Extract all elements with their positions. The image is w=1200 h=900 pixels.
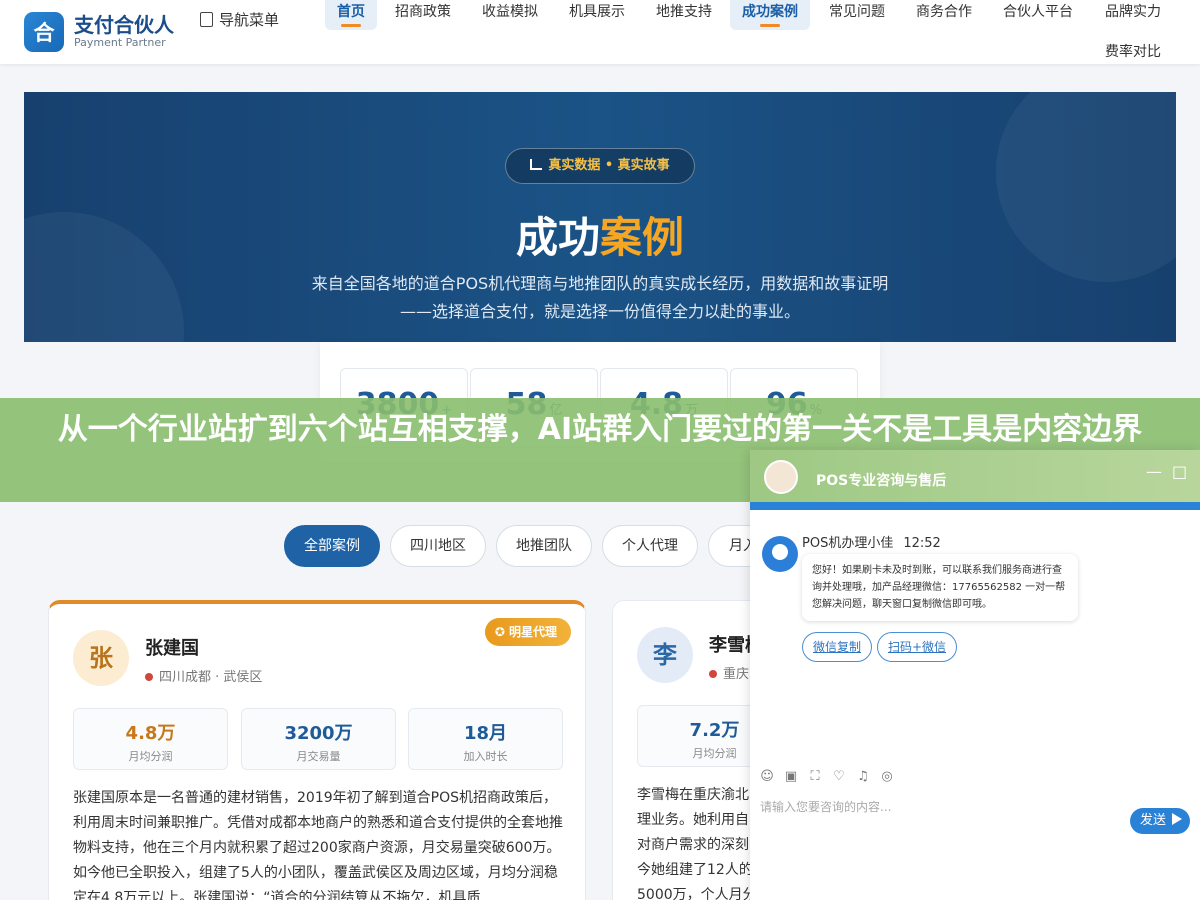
star-icon: ✪: [494, 625, 505, 639]
image-icon[interactable]: ▣: [784, 770, 798, 784]
case-name: 张建国: [145, 638, 199, 659]
agent-name: POS机办理小佳: [802, 536, 894, 551]
send-arrow-icon: [1172, 813, 1183, 825]
metric-label: 月交易量: [296, 750, 341, 763]
hero-description: 来自全国各地的道合POS机代理商与地推团队的真实成长经历，用数据和故事证明——选…: [311, 274, 889, 321]
agent-avatar-icon: [762, 536, 798, 572]
scan-qr-wechat-button[interactable]: 扫码+微信: [877, 632, 957, 662]
nav-success-cases[interactable]: 成功案例: [730, 0, 810, 30]
case-metric: 3200万月交易量: [241, 708, 396, 770]
logo-title: 支付合伙人: [74, 13, 174, 37]
case-location-text: 重庆: [723, 667, 750, 682]
case-card[interactable]: 张 张建国 四川成都 · 武侯区 ✪ 明星代理 4.8万月均分润 3200万月交易…: [48, 600, 586, 900]
avatar: 李: [637, 627, 693, 683]
minimize-icon[interactable]: —: [1146, 464, 1162, 480]
chat-input[interactable]: 请输入您要咨询的内容...: [760, 798, 1060, 815]
case-story: 张建国原本是一名普通的建材销售，2019年初了解到道合POS机招商政策后，利用周…: [73, 790, 563, 900]
chat-header: POS专业咨询与售后 — □: [750, 450, 1200, 502]
voice-icon[interactable]: ♫: [856, 770, 870, 784]
screenshot-icon[interactable]: ⛶: [808, 770, 822, 784]
hero-title-highlight: 案例: [600, 213, 685, 262]
case-story: 李雪梅在重庆渝北理业务。她利用自对商户需求的深刻今她组建了12人的5000万，个…: [637, 787, 757, 900]
maximize-icon[interactable]: □: [1172, 464, 1187, 480]
case-location-text: 四川成都 · 武侯区: [159, 670, 263, 685]
site-logo[interactable]: 合 支付合伙人 Payment Partner: [24, 12, 174, 52]
nav-rate-compare[interactable]: 费率对比: [1093, 40, 1173, 70]
metric-value: 3200万: [284, 723, 353, 744]
message-bubble: 您好！如果刷卡未及时到账，可以联系我们服务商进行查询并处理哦，加产品经理微信：1…: [802, 554, 1078, 621]
metric-label: 月均分润: [128, 750, 173, 763]
message-meta: POS机办理小佳 12:52: [802, 532, 941, 551]
emoji-icon[interactable]: ☺: [760, 770, 774, 784]
send-button[interactable]: 发送: [1130, 808, 1190, 834]
filter-individual[interactable]: 个人代理: [602, 525, 698, 567]
nav-ground-support[interactable]: 地推支持: [644, 0, 724, 30]
filter-ground-team[interactable]: 地推团队: [496, 525, 592, 567]
logo-subtitle: Payment Partner: [74, 36, 166, 49]
hero-title-main: 成功: [515, 213, 600, 262]
nav-partner-platform[interactable]: 合伙人平台: [991, 0, 1085, 30]
hero-title: 成功案例: [24, 204, 1176, 265]
star-agent-badge-text: 明星代理: [508, 625, 557, 639]
nav-home[interactable]: 首页: [325, 0, 377, 30]
nav-earnings[interactable]: 收益模拟: [470, 0, 550, 30]
chat-header-accent: [750, 502, 1200, 510]
nav-policy[interactable]: 招商政策: [383, 0, 463, 30]
filter-sichuan[interactable]: 四川地区: [390, 525, 486, 567]
metric-value: 4.8万: [125, 723, 176, 744]
logo-text: 支付合伙人 Payment Partner: [74, 14, 174, 50]
hero-banner: 真实数据 • 真实故事 成功案例 来自全国各地的道合POS机代理商与地推团队的真…: [24, 92, 1176, 342]
document-icon: [200, 12, 213, 27]
case-metric: 18月加入时长: [408, 708, 563, 770]
overlay-title: 从一个行业站扩到六个站互相支撑，AI站群入门要过的第一关不是工具是内容边界: [57, 412, 1143, 447]
chat-widget: POS专业咨询与售后 — □ POS机办理小佳 12:52 您好！如果刷卡未及时到…: [750, 450, 1200, 900]
logo-mark: 合: [24, 12, 64, 52]
hero-badge: 真实数据 • 真实故事: [505, 148, 695, 184]
send-label: 发送: [1140, 813, 1167, 828]
metric-label: 加入时长: [463, 750, 508, 763]
more-icon[interactable]: ◎: [880, 770, 894, 784]
nav-menu-label: 导航菜单: [219, 11, 280, 29]
nav-menu-toggle[interactable]: 导航菜单: [200, 8, 280, 32]
agent-avatar: [764, 460, 798, 494]
rating-icon[interactable]: ♡: [832, 770, 846, 784]
message-time: 12:52: [903, 536, 941, 551]
location-pin-icon: [709, 670, 717, 678]
nav-business[interactable]: 商务合作: [904, 0, 984, 30]
star-agent-badge: ✪ 明星代理: [484, 618, 571, 646]
location-pin-icon: [145, 673, 153, 681]
case-location: 重庆: [709, 663, 749, 682]
nav-brand[interactable]: 品牌实力: [1093, 0, 1173, 30]
bar-chart-icon: [530, 159, 543, 170]
hero-badge-text: 真实数据 • 真实故事: [548, 158, 670, 173]
metric-value: 18月: [463, 723, 508, 744]
filter-all[interactable]: 全部案例: [284, 525, 380, 567]
case-metric: 4.8万月均分润: [73, 708, 228, 770]
nav-faq[interactable]: 常见问题: [817, 0, 897, 30]
nav-devices[interactable]: 机具展示: [557, 0, 637, 30]
top-navigation-bar: 合 支付合伙人 Payment Partner 导航菜单 首页 招商政策 收益模…: [0, 0, 1200, 64]
chat-title: POS专业咨询与售后: [816, 473, 947, 489]
avatar: 张: [73, 630, 129, 686]
copy-wechat-button[interactable]: 微信复制: [802, 632, 872, 662]
case-location: 四川成都 · 武侯区: [145, 666, 262, 685]
